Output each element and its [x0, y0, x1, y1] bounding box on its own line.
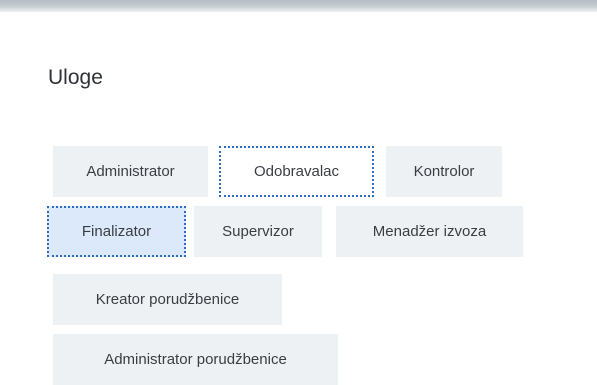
role-chip-administrator[interactable]: Administrator [53, 146, 208, 197]
role-chip-kreator-porudzbenice[interactable]: Kreator porudžbenice [53, 274, 282, 325]
role-chip-kontrolor[interactable]: Kontrolor [386, 146, 502, 197]
role-chip-odobravalac[interactable]: Odobravalac [219, 146, 374, 197]
roles-section-title: Uloge [48, 66, 103, 89]
role-chip-administrator-porudzbenice[interactable]: Administrator porudžbenice [53, 334, 338, 385]
role-chip-supervizor[interactable]: Supervizor [194, 206, 322, 257]
role-chip-finalizator[interactable]: Finalizator [47, 206, 186, 257]
top-border [0, 0, 597, 12]
role-chip-menadzer-izvoza[interactable]: Menadžer izvoza [336, 206, 523, 257]
